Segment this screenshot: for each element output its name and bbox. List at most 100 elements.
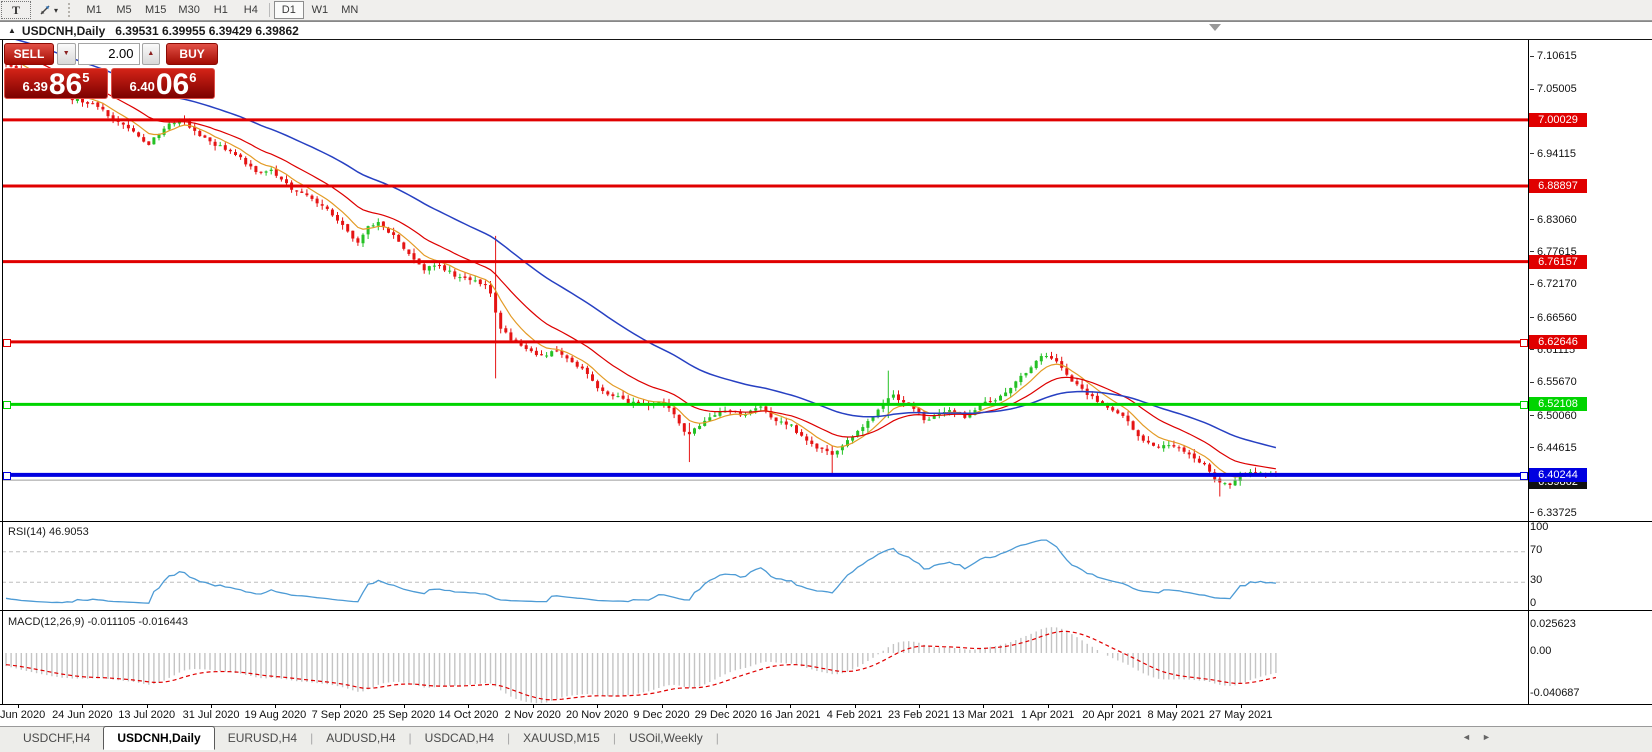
tick-dash [1530,512,1534,514]
sell-price-small: 6.39 [22,79,48,94]
metatrader-window: T ▾ M1 M5 M15 M30 H1 H4 D1 W1 MN ▲ USDCNH,Daily … [0,0,1652,752]
hline-handle-right[interactable] [1520,471,1528,480]
text-tool-button[interactable]: T [1,1,31,19]
time-tick-mark [854,705,856,708]
time-tick-label: 7 Sep 2020 [311,709,368,721]
time-tick-mark [983,705,985,708]
tab-usoil[interactable]: USOil,Weekly [616,727,716,749]
hline-handle-left[interactable] [3,401,11,410]
timeframe-button-m5[interactable]: M5 [110,2,138,18]
time-tick-label: 2 Nov 2020 [504,709,561,721]
timeframe-button-h4[interactable]: H4 [237,2,265,18]
scroll-right-icon[interactable]: ► [1482,732,1491,742]
collapse-chart-icon[interactable]: ▲ [8,26,16,35]
time-tick-mark [532,705,534,708]
time-tick-label: 8 May 2021 [1147,709,1206,721]
one-click-trading-panel: SELL ▼ ▲ BUY 6.39 86 5 6.40 06 6 [4,42,219,100]
tick-dash [1530,317,1534,319]
time-tick-label: 4 Feb 2021 [826,709,883,721]
timeframe-button-m15[interactable]: M15 [140,2,171,18]
time-axis: 5 Jun 2020 24 Jun 2020 13 Jul 2020 31 Jul 2… [0,705,1652,726]
hline-price-label: 6.40244 [1529,467,1587,482]
timeframe-button-m1[interactable]: M1 [80,2,108,18]
scroll-left-icon[interactable]: ◄ [1462,732,1471,742]
timeframe-button-d1[interactable]: D1 [273,1,304,19]
time-tick-label: 16 Jan 2021 [759,709,821,721]
price-tick: 6.72170 [1530,278,1577,290]
tab-usdcad[interactable]: USDCAD,H4 [412,727,507,749]
hline-price-label: 6.88897 [1529,178,1587,193]
time-tick-label: 9 Dec 2020 [633,709,690,721]
macd-tick: -0.040687 [1530,687,1580,700]
tick-dash [1530,88,1534,90]
time-tick-mark [790,705,792,708]
tick-dash [1530,415,1534,417]
time-tick-mark [211,705,213,708]
price-axis-border [1528,40,1529,705]
time-tick-label: 24 Jun 2020 [52,709,113,721]
hline-handle-left[interactable] [3,338,11,347]
timeframe-button-mn[interactable]: MN [336,2,364,18]
time-tick-mark [339,705,341,708]
price-tick: 6.44615 [1530,442,1577,454]
time-tick-label: 25 Sep 2020 [372,709,436,721]
chart-ohlc-quotes: 6.39531 6.39955 6.39429 6.39862 [115,23,299,38]
volume-input[interactable] [77,42,140,65]
time-tick-mark [725,705,727,708]
time-tick-label: 13 Jul 2020 [118,709,176,721]
macd-plot[interactable] [0,612,1652,704]
tab-separator: | [715,731,719,745]
time-tick-label: 20 Nov 2020 [565,709,629,721]
time-tick-mark [1047,705,1049,708]
sell-price-display[interactable]: 6.39 86 5 [4,68,108,100]
toolbar-grip [68,3,75,17]
chevron-down-icon: ▾ [54,5,59,15]
time-tick-label: 29 Dec 2020 [694,709,758,721]
time-tick-mark [1240,705,1242,708]
hline-price-label: 6.62646 [1529,334,1587,349]
candlestick-plot[interactable] [0,40,1652,519]
time-tick-mark [275,705,277,708]
volume-down-button[interactable]: ▼ [56,42,76,65]
chart-shift-marker[interactable] [1209,24,1221,31]
volume-up-button[interactable]: ▲ [141,42,161,65]
price-tick: 6.66560 [1530,312,1577,324]
macd-tick: 0.00 [1530,645,1552,657]
timeframe-button-h1[interactable]: H1 [207,2,235,18]
rsi-plot[interactable] [0,522,1652,610]
price-tick: 6.83060 [1530,214,1577,226]
tab-audusd[interactable]: AUDUSD,H4 [313,727,408,749]
main-chart[interactable] [0,40,1652,519]
price-tick: 7.05005 [1530,83,1577,95]
buy-button[interactable]: BUY [166,42,219,65]
chart-tab-bar: USDCHF,H4 USDCNH,Daily EURUSD,H4 | AUDUSD,H4… [0,726,1652,750]
time-tick-mark [82,705,84,708]
time-tick-label: 14 Oct 2020 [438,709,499,721]
tick-dash [1530,153,1534,155]
timeframe-buttons: M1 M5 M15 M30 H1 H4 D1 W1 MN [79,1,365,19]
time-tick-mark [1111,705,1113,708]
tab-xauusd[interactable]: XAUUSD,M15 [510,727,613,749]
tick-dash [1530,251,1534,253]
buy-price-display[interactable]: 6.40 06 6 [111,68,215,100]
hline-handle-left[interactable] [3,471,11,480]
tab-usdchf[interactable]: USDCHF,H4 [10,727,103,749]
macd-tick: 0.025623 [1530,618,1576,631]
macd-panel[interactable]: MACD(12,26,9) -0.011105 -0.016443 [0,612,1652,705]
time-tick-label: 27 May 2021 [1208,709,1273,721]
time-tick-mark [18,705,19,708]
sell-button[interactable]: SELL [4,42,54,65]
tick-dash [1530,219,1534,221]
timeframe-button-m30[interactable]: M30 [173,2,204,18]
hline-handle-right[interactable] [1520,338,1528,347]
hline-handle-right[interactable] [1520,401,1528,410]
tab-usdcnh[interactable]: USDCNH,Daily [103,726,215,750]
tab-eurusd[interactable]: EURUSD,H4 [215,727,310,749]
time-tick-label: 19 Aug 2020 [244,709,307,721]
chart-symbol-period: USDCNH,Daily [21,23,106,38]
timeframe-button-w1[interactable]: W1 [306,2,334,18]
rsi-panel[interactable]: RSI(14) 46.9053 [0,521,1652,611]
price-tick: 6.94115 [1530,148,1576,160]
cursor-tool-button[interactable]: ▾ [33,2,63,18]
buy-price-small: 6.40 [129,79,155,94]
